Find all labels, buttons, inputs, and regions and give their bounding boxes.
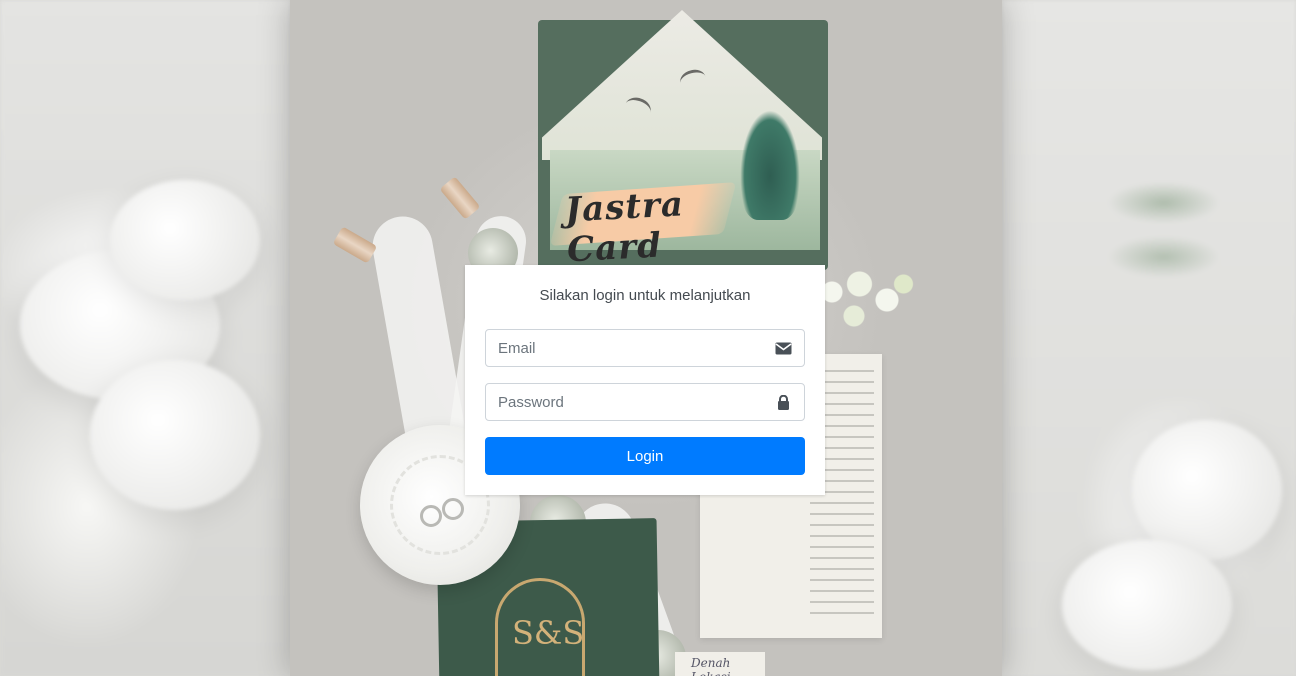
map-label-card: Denah Lokasi (675, 652, 765, 676)
flower-petal (1062, 540, 1232, 670)
login-card: Silakan login untuk melanjutkan Login (465, 265, 825, 495)
ribbon-spool (439, 176, 481, 220)
lock-icon (775, 394, 792, 410)
envelope-icon (775, 341, 792, 356)
monogram: S&S (512, 614, 585, 652)
ribbon-spool (332, 226, 378, 264)
flower-petal (90, 360, 260, 510)
flower-petal (110, 180, 260, 300)
wedding-ring (442, 498, 464, 520)
flower-petal (1132, 420, 1282, 560)
password-field (485, 383, 805, 421)
peacock-illustration (740, 110, 800, 220)
brand-logo: Jastra Card (564, 184, 685, 271)
babys-breath-flowers (810, 260, 920, 340)
background-left-blur (0, 0, 290, 676)
wedding-ring (420, 505, 442, 527)
email-input[interactable] (486, 330, 804, 366)
email-field (485, 329, 805, 367)
password-input[interactable] (486, 384, 804, 420)
login-message: Silakan login untuk melanjutkan (539, 287, 751, 304)
background-right-blur (1002, 0, 1296, 676)
login-button[interactable]: Login (485, 437, 805, 475)
